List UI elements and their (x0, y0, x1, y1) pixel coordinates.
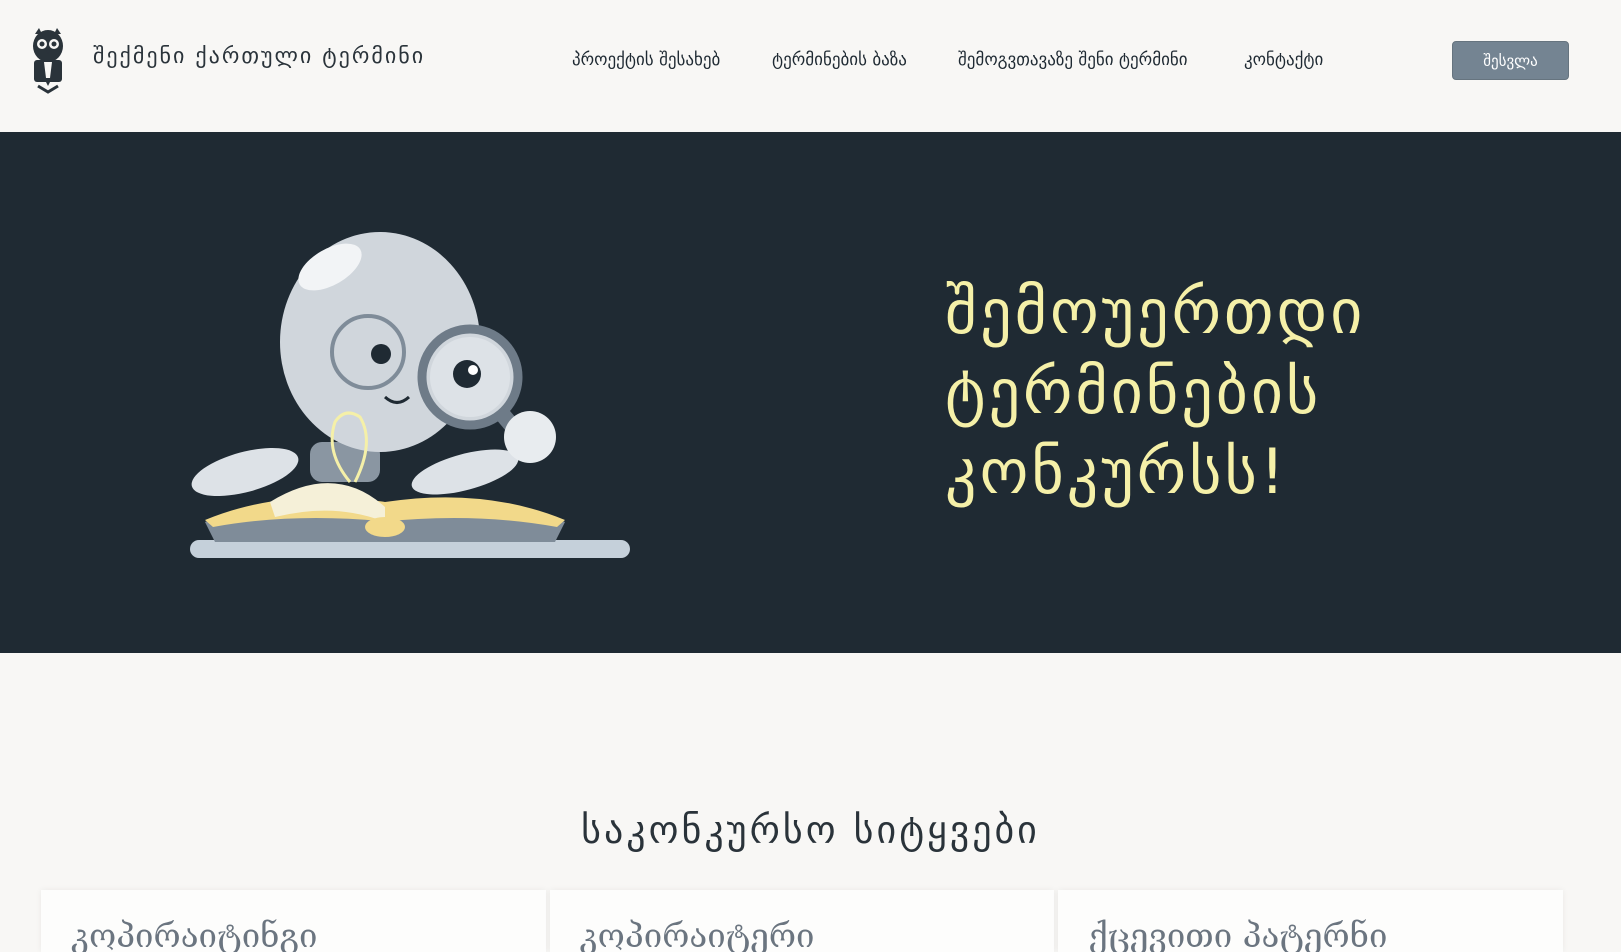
hero-banner: შემოუერთდი ტერმინების კონკურსს! (0, 132, 1621, 653)
nav-suggest-term[interactable]: შემოგვთავაზე შენი ტერმინი (958, 50, 1188, 70)
hero-title-line: ტერმინების (945, 355, 1322, 428)
hero-title-line: შემოუერთდი (945, 275, 1366, 348)
nav-about[interactable]: პროექტის შესახებ (572, 50, 720, 70)
word-card-title: კოპირაიტერი (579, 916, 815, 952)
hero-title: შემოუერთდი ტერმინების კონკურსს! (945, 272, 1505, 512)
word-card[interactable]: კოპირაიტინგი (41, 890, 546, 952)
word-card-title: ქცევითი პატერნი (1088, 916, 1388, 952)
owl-logo-icon[interactable] (30, 26, 66, 94)
nav-contact[interactable]: კონტაქტი (1244, 50, 1323, 70)
login-button[interactable]: შესვლა (1452, 41, 1569, 80)
contest-words-cards: კოპირაიტინგი კოპირაიტერი ქცევითი პატერნი (41, 890, 1564, 952)
word-card[interactable]: კოპირაიტერი (549, 890, 1055, 952)
word-card[interactable]: ქცევითი პატერნი (1058, 890, 1564, 952)
word-card-title: კოპირაიტინგი (71, 916, 318, 952)
lightbulb-reading-book-illustration (190, 232, 630, 558)
section-title: საკონკურსო სიტყვები (581, 808, 1040, 852)
hero-title-line: კონკურსს! (945, 435, 1288, 508)
site-header: შექმენი ქართული ტერმინი პროექტის შესახებ… (0, 0, 1621, 132)
site-brand[interactable]: შექმენი ქართული ტერმინი (93, 44, 425, 69)
nav-terms-base[interactable]: ტერმინების ბაზა (772, 50, 907, 70)
